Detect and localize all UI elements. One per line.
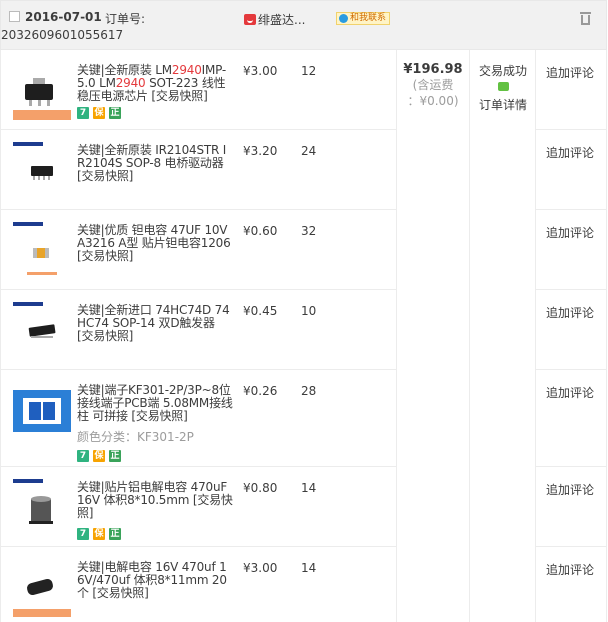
item-title-link[interactable]: 关键|优质 钽电容 47UF 10V A3216 A型 贴片钽电容1206 [交…	[77, 224, 233, 263]
order-detail-link[interactable]: 订单详情	[470, 96, 536, 113]
shipping-fee-line2: ：¥0.00)	[407, 94, 459, 108]
item-price: ¥0.80	[243, 481, 278, 495]
order-item-row: 关键|端子KF301-2P/3P~8位接线端子PCB端 5.08MM接线柱 可拼…	[1, 370, 396, 467]
seven-day-return-icon: 7	[77, 107, 89, 119]
item-title-link[interactable]: 关键|端子KF301-2P/3P~8位接线端子PCB端 5.08MM接线柱 可拼…	[77, 384, 233, 423]
add-review-link[interactable]: 追加评论	[546, 144, 594, 161]
service-badges: 7保正	[77, 104, 125, 119]
item-thumbnail[interactable]	[13, 222, 71, 280]
item-thumbnail[interactable]	[13, 479, 71, 537]
order-number-label: 订单号:	[105, 12, 146, 26]
order-total: ¥196.98 (含运费 ：¥0.00)	[397, 62, 469, 109]
service-badges: 7保正	[77, 525, 125, 540]
chip-sop14-thumbnail	[13, 302, 56, 338]
shop-link[interactable]: 绯盛达...	[244, 11, 305, 28]
guarantee-icon: 保	[93, 450, 105, 462]
order-item-row: 关键|电解电容 16V 470uf 16V/470uf 体积8*11mm 20个…	[1, 547, 396, 622]
seven-day-return-icon: 7	[77, 528, 89, 540]
order-status-text: 交易成功	[478, 64, 527, 78]
terminal-block-thumbnail	[13, 382, 71, 440]
order-header: 2016-07-01 订单号: 2032609601055617 绯盛达... …	[0, 0, 607, 50]
order-item-row: 关键|贴片铝电解电容 470uF 16V 体积8*10.5mm [交易快照] 7…	[1, 467, 396, 547]
contact-seller-label: 和我联系	[350, 13, 387, 23]
item-price: ¥3.20	[243, 144, 278, 158]
genuine-icon: 正	[109, 107, 121, 119]
item-quantity: 14	[301, 481, 317, 495]
order-item-row: 关键|全新原装 LM2940IMP-5.0 LM2940 SOT-223 线性稳…	[1, 50, 396, 130]
add-review-link[interactable]: 追加评论	[546, 64, 594, 81]
seven-day-return-icon: 7	[77, 450, 89, 462]
guarantee-icon: 保	[93, 107, 105, 119]
order-item-row: 关键|全新进口 74HC74D 74HC74 SOP-14 双D触发器 [交易快…	[1, 290, 396, 370]
chat-bubble-icon[interactable]	[497, 82, 509, 91]
add-review-link[interactable]: 追加评论	[546, 224, 594, 241]
item-quantity: 32	[301, 224, 317, 238]
shipping-fee-line1: (含运费	[412, 78, 454, 92]
guarantee-icon: 保	[93, 528, 105, 540]
item-thumbnail[interactable]	[13, 559, 71, 617]
contact-seller-button[interactable]: 和我联系	[336, 12, 391, 25]
shop-icon	[244, 14, 256, 25]
item-price: ¥0.60	[243, 224, 278, 238]
delete-order-icon[interactable]	[580, 12, 591, 25]
order-total-amount: ¥196.98	[403, 62, 463, 77]
service-badges: 7保正	[77, 447, 125, 462]
order-item-row: 关键|全新原装 IR2104STR IR2104S SOP-8 电桥驱动器 [交…	[1, 130, 396, 210]
item-price: ¥0.45	[243, 304, 278, 318]
add-review-link[interactable]: 追加评论	[546, 384, 594, 401]
chip-sop8-thumbnail	[13, 142, 53, 180]
item-title-link[interactable]: 关键|全新进口 74HC74D 74HC74 SOP-14 双D触发器 [交易快…	[77, 304, 233, 343]
item-price: ¥3.00	[243, 64, 278, 78]
item-quantity: 10	[301, 304, 317, 318]
item-thumbnail[interactable]	[13, 382, 71, 440]
item-thumbnail[interactable]	[13, 142, 71, 200]
item-quantity: 28	[301, 384, 317, 398]
item-title-link[interactable]: 关键|全新原装 LM2940IMP-5.0 LM2940 SOT-223 线性稳…	[77, 64, 233, 103]
item-title-link[interactable]: 关键|全新原装 IR2104STR IR2104S SOP-8 电桥驱动器 [交…	[77, 144, 233, 183]
genuine-icon: 正	[109, 450, 121, 462]
item-quantity: 14	[301, 561, 317, 575]
order-number: 2032609601055617	[1, 28, 124, 42]
chip-sot223-thumbnail	[13, 78, 71, 120]
wangwang-icon	[339, 14, 348, 23]
electrolytic-capacitor-thumbnail	[13, 578, 71, 617]
item-price: ¥3.00	[243, 561, 278, 575]
item-quantity: 12	[301, 64, 317, 78]
genuine-icon: 正	[109, 528, 121, 540]
order-items-grid: 关键|全新原装 LM2940IMP-5.0 LM2940 SOT-223 线性稳…	[0, 50, 607, 622]
order-date: 2016-07-01	[25, 10, 102, 24]
shop-name: 绯盛达...	[258, 13, 306, 27]
add-review-link[interactable]: 追加评论	[546, 481, 594, 498]
item-title-link[interactable]: 关键|电解电容 16V 470uf 16V/470uf 体积8*11mm 20个…	[77, 561, 233, 600]
add-review-link[interactable]: 追加评论	[546, 304, 594, 321]
order-item-row: 关键|优质 钽电容 47UF 10V A3216 A型 贴片钽电容1206 [交…	[1, 210, 396, 290]
smd-electrolytic-capacitor-thumbnail	[13, 479, 53, 524]
item-sku: 颜色分类：KF301-2P	[77, 430, 194, 444]
item-thumbnail[interactable]	[13, 64, 71, 122]
item-thumbnail[interactable]	[13, 302, 71, 360]
item-price: ¥0.26	[243, 384, 278, 398]
add-review-link[interactable]: 追加评论	[546, 561, 594, 578]
order-select-checkbox[interactable]	[9, 11, 20, 22]
order-status: 交易成功 订单详情	[470, 62, 536, 113]
tantalum-capacitor-thumbnail	[13, 222, 57, 275]
item-quantity: 24	[301, 144, 317, 158]
item-title-link[interactable]: 关键|贴片铝电解电容 470uF 16V 体积8*10.5mm [交易快照]	[77, 481, 233, 520]
